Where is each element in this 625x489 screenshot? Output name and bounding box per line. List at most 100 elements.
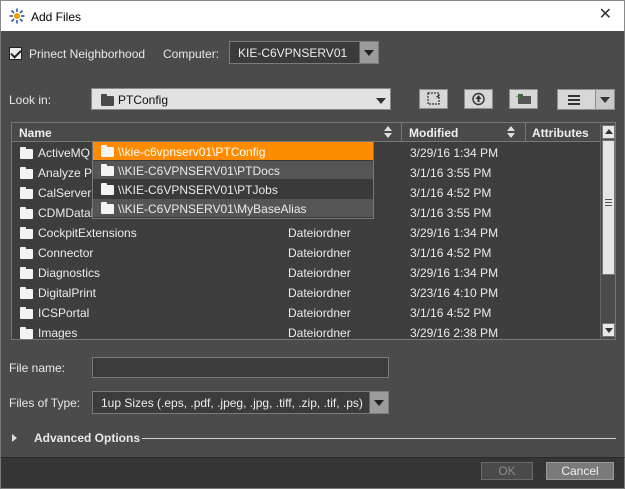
computer-value: KIE-C6VPNSERV01	[238, 46, 348, 60]
view-select[interactable]	[557, 89, 615, 110]
row-modified: 3/1/16 3:55 PM	[410, 206, 492, 220]
computer-label: Computer:	[163, 47, 220, 61]
table-row[interactable]: ICSPortal Dateiordner 3/1/16 4:52 PM	[12, 303, 602, 323]
row-name: Connector	[38, 246, 94, 260]
table-row[interactable]: Diagnostics Dateiordner 3/29/16 1:34 PM	[12, 263, 602, 283]
cancel-button[interactable]: Cancel	[546, 462, 614, 480]
row-type: Dateiordner	[288, 246, 351, 260]
dropdown-item[interactable]: \\KIE-C6VPNSERV01\MyBaseAlias	[93, 199, 373, 217]
chevron-down-icon[interactable]	[369, 392, 388, 413]
dropdown-item-label: \\KIE-C6VPNSERV01\PTDocs	[118, 164, 280, 178]
lookin-select[interactable]: PTConfig	[91, 88, 391, 110]
chevron-down-icon[interactable]	[359, 42, 378, 63]
table-header: Name Modified Attributes	[12, 123, 602, 142]
chevron-down-icon[interactable]	[372, 89, 390, 109]
up-folder-icon	[472, 92, 485, 106]
table-row[interactable]: CockpitExtensions Dateiordner 3/29/16 1:…	[12, 223, 602, 243]
folder-icon	[20, 167, 33, 179]
row-name: Images	[38, 326, 78, 339]
folder-icon	[101, 145, 114, 157]
row-modified: 3/29/16 1:34 PM	[410, 266, 499, 280]
row-type: Dateiordner	[288, 306, 351, 320]
row-name: Diagnostics	[38, 266, 101, 280]
scroll-up-button[interactable]	[602, 125, 615, 139]
dropdown-item[interactable]: \\KIE-C6VPNSERV01\PTJobs	[93, 180, 373, 198]
lookin-value: PTConfig	[118, 93, 169, 107]
svg-text:+: +	[515, 92, 523, 102]
dropdown-item[interactable]: \\kie-c6vpnserv01\PTConfig	[93, 142, 373, 160]
row-modified: 3/1/16 4:52 PM	[410, 186, 492, 200]
up-folder-button[interactable]	[464, 89, 493, 109]
title-bar: Add Files ✕	[0, 0, 625, 31]
lookin-dropdown-list: \\kie-c6vpnserv01\PTConfig \\KIE-C6VPNSE…	[92, 141, 374, 219]
column-name[interactable]: Name	[19, 126, 52, 140]
expand-icon[interactable]	[12, 434, 17, 442]
column-modified[interactable]: Modified	[409, 126, 458, 140]
dropdown-item-label: \\kie-c6vpnserv01\PTConfig	[118, 145, 266, 159]
row-modified: 3/23/16 4:10 PM	[410, 286, 499, 300]
close-icon[interactable]: ✕	[599, 6, 612, 24]
row-modified: 3/29/16 1:34 PM	[410, 226, 499, 240]
folder-icon	[101, 94, 114, 106]
column-attributes[interactable]: Attributes	[532, 126, 589, 140]
dialog-body: Prinect Neighborhood Computer: KIE-C6VPN…	[0, 31, 625, 457]
table-row[interactable]: Images Dateiordner 3/29/16 2:38 PM	[12, 323, 602, 339]
folder-icon	[20, 267, 33, 279]
filename-label: File name:	[9, 361, 66, 375]
refresh-button[interactable]	[419, 89, 448, 109]
folder-icon	[20, 307, 33, 319]
lookin-label: Look in:	[9, 93, 52, 107]
folder-icon	[20, 247, 33, 259]
row-name: ICSPortal	[38, 306, 90, 320]
folder-icon	[20, 327, 33, 339]
row-name: CalServer	[38, 186, 92, 200]
table-row[interactable]: Connector Dateiordner 3/1/16 4:52 PM	[12, 243, 602, 263]
folder-icon	[101, 183, 114, 195]
divider	[142, 438, 616, 439]
advanced-options-toggle[interactable]: Advanced Options	[34, 431, 140, 445]
view-list-icon	[568, 95, 580, 105]
row-name: ActiveMQ	[38, 146, 91, 160]
row-type: Dateiordner	[288, 286, 351, 300]
sort-icon[interactable]	[507, 126, 515, 138]
app-icon	[9, 8, 25, 24]
dropdown-item-label: \\KIE-C6VPNSERV01\PTJobs	[118, 183, 278, 197]
new-folder-icon: +	[515, 92, 531, 104]
row-modified: 3/1/16 3:55 PM	[410, 166, 492, 180]
folder-icon	[101, 202, 114, 214]
row-modified: 3/1/16 4:52 PM	[410, 306, 492, 320]
row-modified: 3/29/16 1:34 PM	[410, 146, 499, 160]
scroll-down-button[interactable]	[602, 323, 615, 337]
row-modified: 3/29/16 2:38 PM	[410, 326, 499, 339]
filetype-value: 1up Sizes (.eps, .pdf, .jpeg, .jpg, .tif…	[101, 396, 363, 410]
dropdown-item-label: \\KIE-C6VPNSERV01\MyBaseAlias	[118, 202, 307, 216]
folder-icon	[20, 227, 33, 239]
folder-icon	[20, 147, 33, 159]
folder-icon	[101, 164, 114, 176]
refresh-icon	[427, 92, 440, 105]
ok-button[interactable]: OK	[481, 462, 533, 480]
filename-input[interactable]	[92, 357, 389, 378]
computer-select[interactable]: KIE-C6VPNSERV01	[229, 41, 379, 64]
dialog-footer: OK Cancel	[0, 457, 625, 489]
folder-icon	[20, 207, 33, 219]
vertical-scrollbar[interactable]	[600, 123, 615, 339]
row-name: Analyze Po	[38, 166, 99, 180]
filetype-label: Files of Type:	[9, 396, 81, 410]
new-folder-button[interactable]: +	[509, 89, 538, 109]
row-type: Dateiordner	[288, 266, 351, 280]
row-type: Dateiordner	[288, 226, 351, 240]
filetype-select[interactable]: 1up Sizes (.eps, .pdf, .jpeg, .jpg, .tif…	[92, 391, 389, 414]
row-name: CockpitExtensions	[38, 226, 137, 240]
neighborhood-checkbox[interactable]	[9, 47, 22, 60]
folder-icon	[20, 287, 33, 299]
chevron-down-icon[interactable]	[595, 90, 614, 109]
row-name: DigitalPrint	[38, 286, 97, 300]
table-row[interactable]: DigitalPrint Dateiordner 3/23/16 4:10 PM	[12, 283, 602, 303]
scroll-thumb[interactable]	[602, 140, 615, 275]
neighborhood-label: Prinect Neighborhood	[29, 47, 146, 61]
dropdown-item[interactable]: \\KIE-C6VPNSERV01\PTDocs	[93, 161, 373, 179]
row-type: Dateiordner	[288, 326, 351, 339]
row-modified: 3/1/16 4:52 PM	[410, 246, 492, 260]
sort-icon[interactable]	[384, 126, 392, 138]
